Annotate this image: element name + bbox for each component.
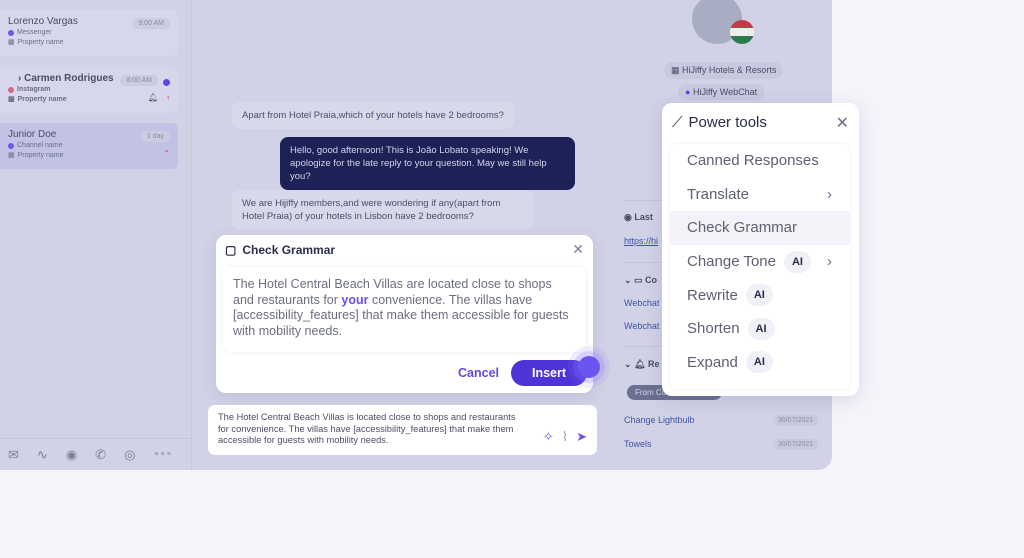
request-date: 30/07/2021 — [772, 439, 818, 450]
chevron-right-icon: › — [827, 253, 832, 271]
conversation-item[interactable]: › Carmen Rodrigues Instagram ▦ Property n… — [0, 67, 178, 113]
message-input[interactable]: The Hotel Central Beach Villas is locate… — [218, 412, 528, 447]
menu-item-rewrite[interactable]: Rewrite AI — [670, 278, 850, 312]
incoming-message: We are Hijiffy members,and were wonderin… — [232, 190, 534, 230]
menu-item-shorten[interactable]: Shorten AI — [670, 312, 850, 346]
close-icon[interactable]: ✕ — [572, 241, 584, 258]
messenger-icon[interactable]: ◉ — [66, 447, 77, 463]
instagram-icon[interactable]: ◎ — [124, 447, 135, 463]
menu-item-translate[interactable]: Translate › — [670, 178, 850, 212]
magic-wand-icon[interactable]: ✧ — [543, 430, 554, 442]
power-tools-panel: ⟋ Power tools ✕ Canned Responses Translat… — [662, 103, 859, 396]
more-icon[interactable]: ∘∘∘ — [153, 449, 172, 460]
channel-chip: ● HiJiffy WebChat — [678, 84, 765, 100]
priority-up-icon: ↑ — [166, 93, 170, 102]
channel-label: Channel name — [17, 142, 63, 149]
magic-wand-icon: ⟋ — [672, 114, 683, 131]
contact-name: Carmen Rodrigues — [24, 73, 114, 84]
ai-badge: AI — [745, 351, 773, 374]
requests-heading[interactable]: ⌄ 🔔︎ Re — [624, 359, 659, 370]
channel-icon — [8, 142, 14, 149]
webchat-icon[interactable]: ∿ — [37, 447, 48, 463]
ai-badge: AI — [783, 250, 811, 273]
webchat-link[interactable]: Webchat — [624, 321, 659, 331]
channel-bar: ✉ ∿ ◉ ✆ ◎ ∘∘∘ — [0, 438, 192, 470]
power-tools-menu: Canned Responses Translate › Check Gramma… — [670, 144, 850, 389]
conversation-list: Lorenzo Vargas Messenger ▦ Property name … — [0, 0, 192, 470]
ai-badge: AI — [745, 284, 773, 307]
building-icon: ▦ — [8, 152, 15, 159]
priority-high-icon: ⌃ — [163, 149, 170, 158]
corrected-text: The Hotel Central Beach Villas are locat… — [223, 267, 586, 352]
property-label: Property name — [17, 38, 64, 46]
request-date: 30/07/2021 — [772, 415, 818, 426]
cancel-button[interactable]: Cancel — [458, 366, 499, 380]
menu-item-check-grammar[interactable]: Check Grammar — [670, 211, 850, 245]
building-icon: ▦ — [8, 39, 15, 46]
channel-label: Messenger — [17, 29, 52, 36]
last-heading: ◉ Last — [624, 212, 653, 222]
insert-button[interactable]: Insert — [511, 360, 587, 386]
check-grammar-dialog: ▢ Check Grammar ✕ The Hotel Central Beach… — [216, 235, 593, 393]
outgoing-message: Hello, good afternoon! This is João Loba… — [280, 137, 575, 190]
close-icon[interactable]: ✕ — [836, 113, 849, 133]
ai-badge: AI — [747, 317, 775, 340]
conversation-item-selected[interactable]: Junior Doe Channel name ▦ Property name 1… — [0, 123, 178, 169]
request-link[interactable]: Change Lightbulb — [624, 415, 695, 425]
instagram-icon — [8, 86, 14, 93]
timestamp: 9:00 AM — [132, 18, 170, 29]
conversation-item[interactable]: Lorenzo Vargas Messenger ▦ Property name … — [0, 10, 178, 56]
incoming-message: Apart from Hotel Praia,which of your hot… — [232, 102, 514, 129]
menu-item-change-tone[interactable]: Change Tone AI › — [670, 245, 850, 279]
channel-label: Instagram — [17, 86, 51, 93]
request-link[interactable]: Towels — [624, 439, 652, 449]
menu-item-canned-responses[interactable]: Canned Responses — [670, 144, 850, 178]
property-label: Property name — [17, 95, 67, 103]
webchat-link[interactable]: Webchat — [624, 298, 659, 308]
unread-dot — [163, 79, 170, 86]
message-composer[interactable]: The Hotel Central Beach Villas is locate… — [208, 405, 597, 455]
chevron-right-icon: › — [827, 185, 832, 203]
dialog-title: Check Grammar — [242, 243, 336, 257]
timestamp: 1 day — [140, 131, 170, 142]
building-icon: ▦ — [8, 96, 15, 103]
timestamp: 8:00 AM — [120, 75, 158, 86]
send-icon[interactable]: ➤ — [576, 430, 587, 442]
mail-icon[interactable]: ✉ — [8, 447, 19, 463]
grammar-check-icon: ▢ — [225, 243, 237, 257]
highlighted-correction: your — [341, 292, 369, 307]
property-chip: ▦ HiJiffy Hotels & Resorts — [664, 62, 784, 79]
panel-title: Power tools — [688, 114, 767, 131]
hungary-flag-icon — [730, 20, 754, 44]
whatsapp-icon[interactable]: ✆ — [95, 447, 106, 463]
bell-icon: 🔔︎ — [147, 93, 158, 102]
property-label: Property name — [17, 151, 64, 159]
attachment-icon[interactable]: ⌇ — [562, 430, 568, 442]
click-indicator — [578, 356, 600, 378]
page-link[interactable]: https://hi — [624, 236, 658, 246]
menu-item-expand[interactable]: Expand AI — [670, 346, 850, 380]
conversations-heading[interactable]: ⌄ ▭ Co — [624, 275, 657, 286]
messenger-icon — [8, 29, 14, 36]
